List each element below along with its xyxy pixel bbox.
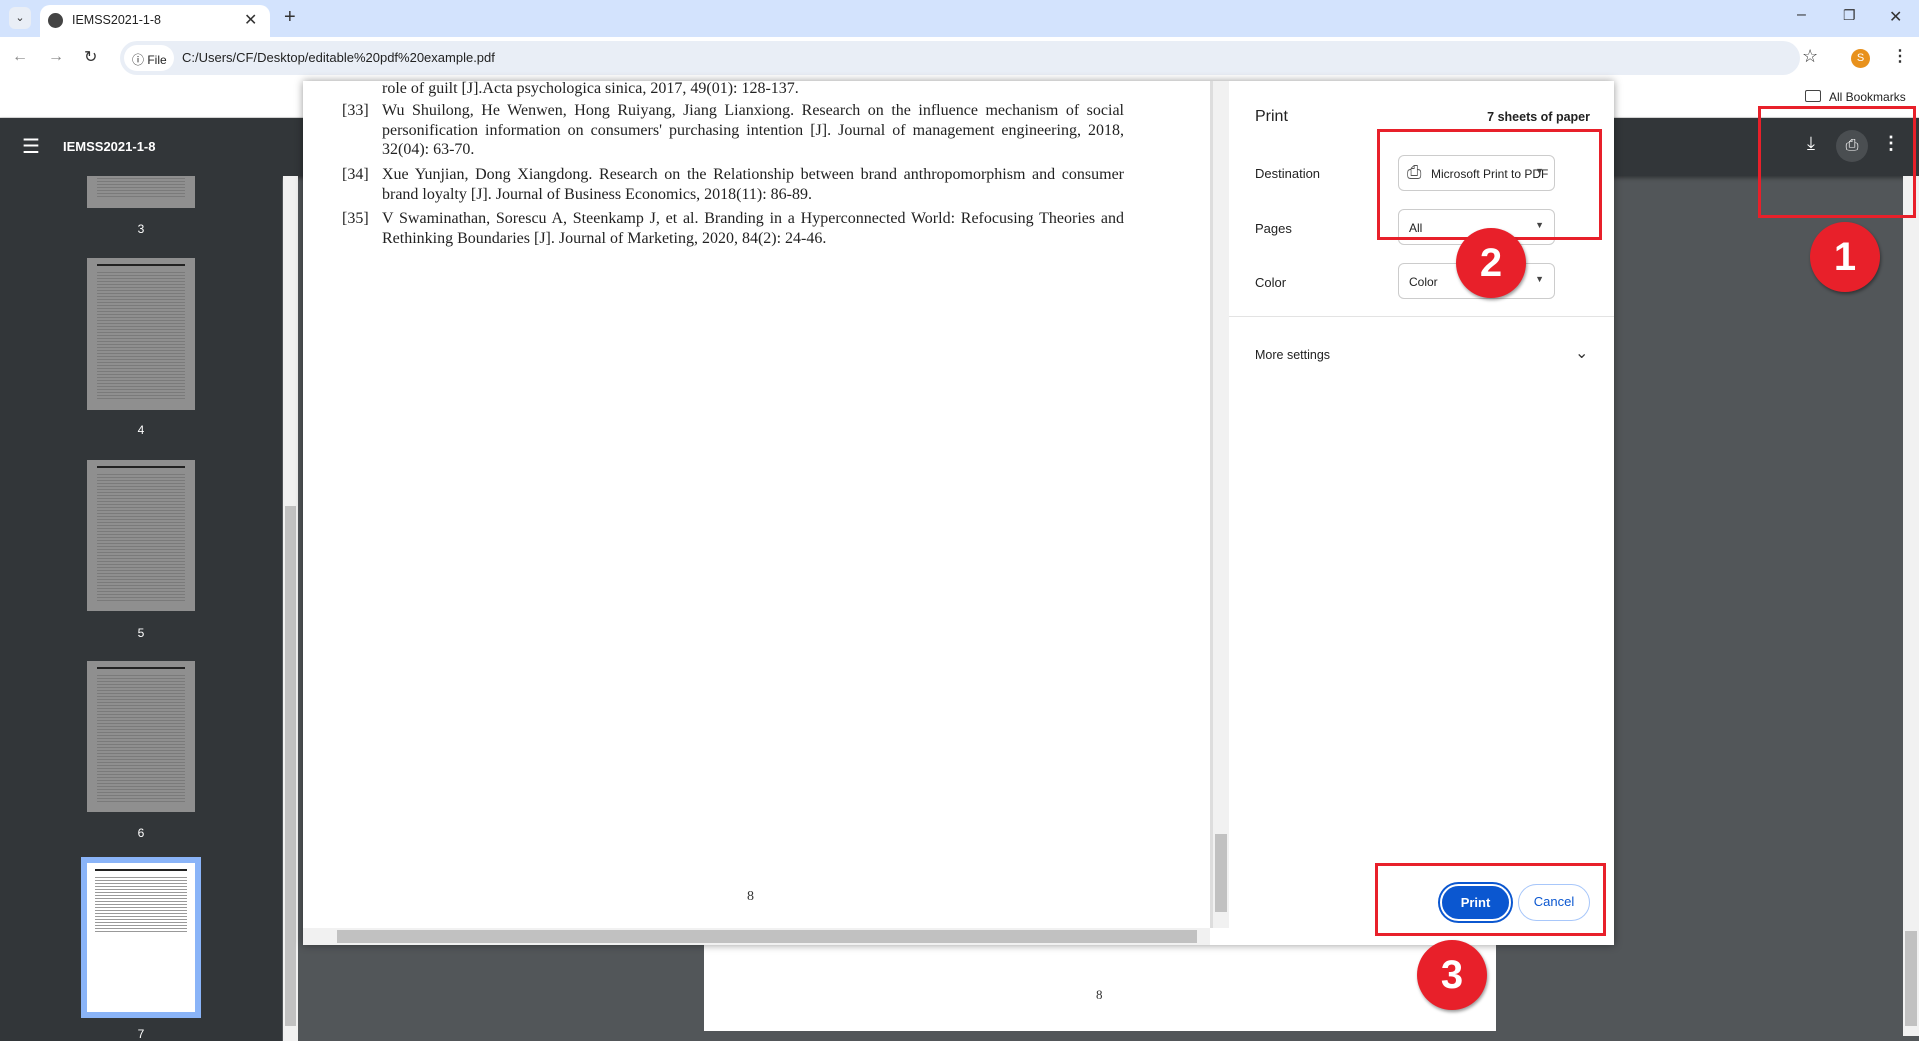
restore-button[interactable]: ❐ [1843,7,1856,24]
close-tab-icon[interactable]: ✕ [244,10,257,30]
reload-icon[interactable]: ↻ [84,47,97,67]
pdf-page: 8 [704,945,1496,1031]
document-title: IEMSS2021-1-8 [63,139,156,154]
back-icon[interactable]: ← [12,48,28,66]
color-label: Color [1255,275,1287,290]
pages-label: Pages [1255,221,1292,236]
url-text[interactable]: C:/Users/CF/Desktop/editable%20pdf%20exa… [182,50,495,65]
thumbnail-page-7-selected[interactable] [81,857,201,1018]
destination-label: Destination [1255,166,1321,181]
thumbnail-page-5[interactable] [87,460,195,611]
thumbnail-page-4[interactable] [87,258,195,410]
close-window-button[interactable]: ✕ [1889,7,1902,27]
print-title: Print [1255,108,1288,125]
omnibox[interactable]: ⓘ File C:/Users/CF/Desktop/editable%20pd… [120,41,1800,75]
thumbnail-label: 6 [137,826,145,840]
print-preview: role of guilt [J].Acta psychologica sini… [303,81,1229,945]
scrollbar-thumb[interactable] [1215,834,1227,912]
info-icon: ⓘ [132,53,148,67]
sidebar-scrollbar[interactable] [283,176,298,1041]
reference-item: [35] V Swaminathan, Sorescu A, Steenkamp … [342,210,1124,247]
divider [1229,316,1614,317]
hamburger-menu-icon[interactable]: ☰ [22,134,40,159]
caret-down-icon: ▼ [1535,274,1544,284]
color-value: Color [1409,275,1438,289]
globe-icon [48,13,63,28]
annotation-badge-3: 3 [1417,940,1487,1010]
folder-icon [1805,90,1821,102]
preview-vertical-scrollbar[interactable] [1210,81,1229,928]
site-info-chip[interactable]: ⓘ File [124,45,174,71]
thumbnail-label: 3 [137,222,145,236]
new-tab-button[interactable]: + [284,6,296,29]
tab-search-button[interactable]: ⌄ [9,7,31,29]
thumbnail-label: 7 [137,1027,145,1041]
more-settings-toggle[interactable]: More settings [1255,348,1330,362]
scrollbar-thumb[interactable] [337,930,1197,943]
viewer-scrollbar[interactable] [1903,176,1919,1036]
preview-page-number: 8 [747,889,754,904]
page-number: 8 [1096,987,1103,1002]
thumbnail-page-3[interactable] [87,176,195,208]
profile-avatar[interactable]: S [1851,49,1870,68]
annotation-box-3 [1375,863,1606,936]
address-bar-row: ← → ↻ ⓘ File C:/Users/CF/Desktop/editabl… [0,37,1919,80]
annotation-box-2 [1377,129,1602,240]
menu-icon[interactable]: ⋮ [1892,46,1908,66]
tab-bar: ⌄ IEMSS2021-1-8 ✕ + – ❐ ✕ [0,0,1919,37]
reference-item: [33] Wu Shuilong, He Wenwen, Hong Ruiyang… [342,102,1124,158]
tab-active[interactable]: IEMSS2021-1-8 ✕ [40,5,270,37]
annotation-badge-2: 2 [1456,228,1526,298]
annotation-box-1 [1758,106,1916,218]
star-icon[interactable]: ☆ [1802,46,1818,67]
thumbnail-label: 5 [137,626,145,640]
chip-label: File [147,53,167,67]
all-bookmarks-button[interactable]: All Bookmarks [1829,90,1906,104]
reference-item: [34] Xue Yunjian, Dong Xiangdong. Researc… [342,166,1124,203]
preview-horizontal-scrollbar[interactable] [303,928,1210,945]
chevron-down-icon[interactable]: ⌄ [1575,343,1588,363]
thumbnail-page-6[interactable] [87,661,195,812]
tab-title: IEMSS2021-1-8 [72,13,161,27]
sheet-count: 7 sheets of paper [1487,110,1590,124]
scrollbar-thumb[interactable] [285,506,296,1026]
annotation-badge-1: 1 [1810,222,1880,292]
scrollbar-thumb[interactable] [1905,931,1917,1026]
thumbnail-sidebar: 3 4 5 6 7 [0,176,282,1041]
forward-icon[interactable]: → [48,48,64,66]
reference-line: role of guilt [J].Acta psychologica sini… [382,81,799,97]
thumbnail-label: 4 [137,423,145,437]
minimize-button[interactable]: – [1797,6,1806,24]
